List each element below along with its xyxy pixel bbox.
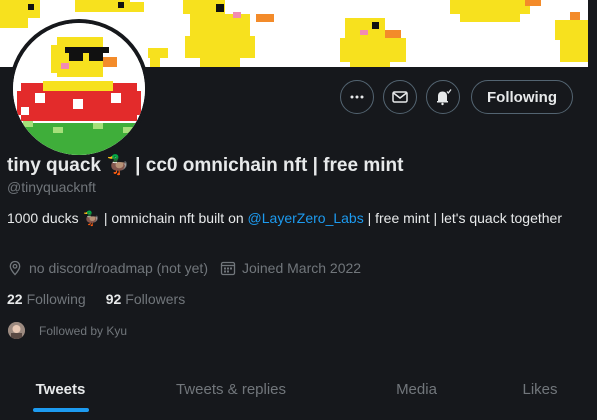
bio-text: 1000 ducks 🦆 | omnichain nft built on — [7, 210, 248, 226]
ellipsis-icon — [350, 95, 364, 99]
joined-item: Joined March 2022 — [220, 260, 361, 276]
location-text: no discord/roadmap (not yet) — [29, 260, 208, 276]
profile-meta: no discord/roadmap (not yet) Joined Marc… — [7, 260, 373, 276]
tab-label: Tweets — [35, 380, 86, 398]
followers-stat-link[interactable]: 92 Followers — [106, 291, 185, 307]
tab-tweets[interactable]: Tweets — [0, 358, 121, 420]
profile-avatar[interactable] — [9, 19, 149, 159]
profile-page: Following tiny quack 🦆 | cc0 omnichain n… — [0, 0, 597, 420]
tab-label: Likes — [522, 380, 558, 398]
joined-text: Joined March 2022 — [241, 260, 362, 276]
location-pin-icon — [9, 260, 21, 276]
following-button[interactable]: Following — [471, 80, 573, 114]
tab-tweets-and-replies[interactable]: Tweets & replies — [121, 358, 341, 420]
profile-display-name: tiny quack 🦆 | cc0 omnichain nft | free … — [7, 155, 404, 176]
profile-handle: @tinyquacknft — [7, 179, 96, 195]
envelope-icon — [392, 91, 408, 103]
follow-stats: 22 Following 92 Followers — [7, 291, 205, 307]
scrollbar[interactable] — [588, 0, 597, 420]
following-label: Following — [26, 291, 86, 307]
active-tab-indicator — [33, 408, 89, 412]
bio-mention-link[interactable]: @LayerZero_Labs — [248, 210, 364, 226]
followed-by-text: Followed by Kyu — [39, 323, 128, 338]
notifications-button[interactable] — [426, 80, 460, 114]
tab-likes[interactable]: Likes — [492, 358, 588, 420]
followed-by-link[interactable]: Followed by Kyu — [8, 322, 127, 339]
profile-tabs: Tweets Tweets & replies Media Likes — [0, 358, 588, 420]
following-stat-link[interactable]: 22 Following — [7, 291, 86, 307]
duck-avatar-image — [13, 23, 145, 155]
following-count: 22 — [7, 291, 23, 307]
tab-label: Tweets & replies — [175, 380, 287, 398]
bio-text-suffix: | free mint | let's quack together — [363, 210, 562, 226]
followers-label: Followers — [125, 291, 186, 307]
tab-media[interactable]: Media — [341, 358, 492, 420]
tab-label: Media — [396, 380, 437, 398]
follower-avatar — [8, 322, 25, 339]
calendar-icon — [220, 261, 236, 276]
profile-bio: 1000 ducks 🦆 | omnichain nft built on @L… — [7, 208, 567, 229]
bell-check-icon — [437, 89, 452, 106]
followers-count: 92 — [105, 291, 122, 307]
more-options-button[interactable] — [340, 80, 374, 114]
message-button[interactable] — [383, 80, 417, 114]
location-item: no discord/roadmap (not yet) — [7, 260, 208, 276]
